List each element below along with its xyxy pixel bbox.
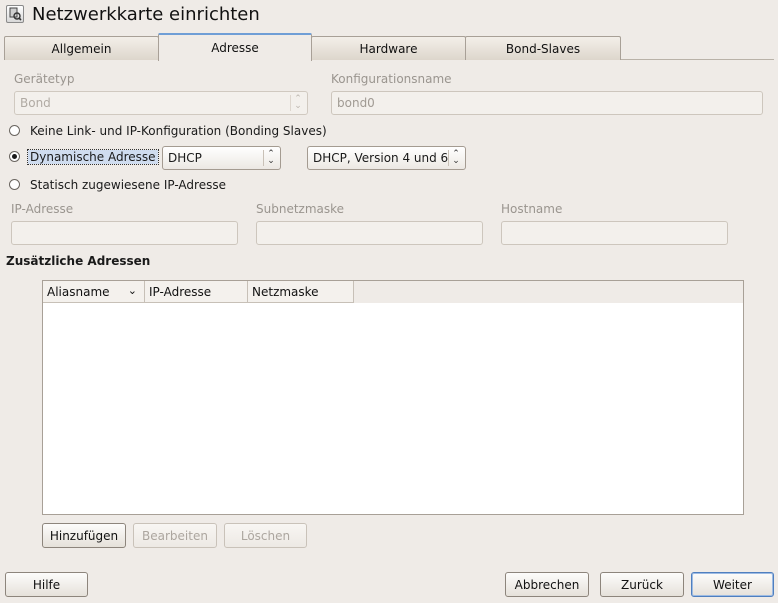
table-header-filler [354,281,743,303]
dhcp-version-select[interactable]: DHCP, Version 4 und 6 ⌃ ⌄ [307,146,466,170]
ip-address-label: IP-Adresse [11,202,74,216]
delete-button[interactable]: Löschen [224,523,307,548]
dynamic-method-select[interactable]: DHCP ⌃ ⌄ [162,146,281,170]
cancel-button[interactable]: Abbrechen [505,572,589,597]
radio-dynamic-address-label[interactable]: Dynamische Adresse [27,149,159,165]
column-header-aliasname[interactable]: Aliasname ⌄ [43,281,145,303]
back-button[interactable]: Zurück [600,572,684,597]
dynamic-address-text: Dynamische Adresse [27,149,159,165]
column-header-label: IP-Adresse [149,284,212,299]
subnet-mask-field[interactable] [256,221,483,245]
device-type-select[interactable]: Bond ⌃ ⌄ [14,91,308,115]
tab-bond-slaves[interactable]: Bond-Slaves [465,36,621,60]
tab-label: Hardware [359,41,418,56]
additional-addresses-table[interactable] [42,280,744,515]
additional-addresses-heading: Zusätzliche Adressen [6,254,151,268]
subnet-mask-label: Subnetzmaske [256,202,345,216]
column-header-label: Aliasname [47,284,110,299]
chevron-updown-icon: ⌃ ⌄ [263,150,278,166]
radio-no-ip-config[interactable] [9,125,20,136]
column-header-netmask[interactable]: Netzmaske [248,281,354,303]
radio-static-address[interactable] [9,179,20,190]
config-name-field[interactable]: bond0 [331,91,763,115]
network-config-icon [6,5,24,23]
dynamic-method-value: DHCP [168,151,202,165]
ip-address-field[interactable] [11,221,238,245]
tab-label: Adresse [211,41,259,55]
hostname-field[interactable] [501,221,728,245]
column-header-label: Netzmaske [252,284,319,299]
chevron-updown-icon: ⌃ ⌄ [448,150,463,166]
tab-hardware[interactable]: Hardware [311,36,466,60]
tab-label: Bond-Slaves [505,41,581,56]
tab-allgemein[interactable]: Allgemein [4,36,159,60]
device-type-label: Gerätetyp [14,72,75,86]
add-button[interactable]: Hinzufügen [42,523,126,548]
window-title: Netzwerkkarte einrichten [32,4,260,25]
device-type-value: Bond [20,96,51,110]
chevron-updown-icon: ⌃ ⌄ [290,95,305,111]
dhcp-version-value: DHCP, Version 4 und 6 [313,151,449,165]
radio-dynamic-address[interactable] [9,151,20,162]
tab-label: Allgemein [51,41,112,56]
sort-descending-icon: ⌄ [127,284,137,297]
radio-no-ip-config-label[interactable]: Keine Link- und IP-Konfiguration (Bondin… [30,124,327,138]
tab-adresse[interactable]: Adresse [158,33,312,61]
next-button[interactable]: Weiter [691,572,774,597]
column-header-ip-address[interactable]: IP-Adresse [145,281,248,303]
edit-button[interactable]: Bearbeiten [133,523,217,548]
hostname-label: Hostname [501,202,563,216]
config-name-label: Konfigurationsname [331,72,452,86]
help-button[interactable]: Hilfe [5,572,88,597]
radio-static-address-label[interactable]: Statisch zugewiesene IP-Adresse [30,178,226,192]
